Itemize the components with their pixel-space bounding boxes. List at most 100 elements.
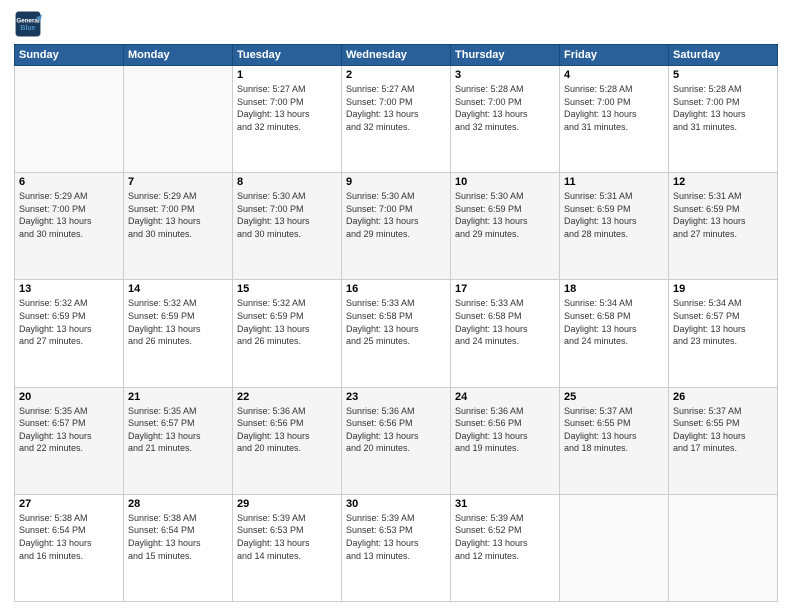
- calendar-cell: 8 Sunrise: 5:30 AMSunset: 7:00 PMDaylight…: [233, 173, 342, 280]
- day-info: Sunrise: 5:35 AMSunset: 6:57 PMDaylight:…: [128, 405, 228, 455]
- day-number: 29: [237, 498, 337, 510]
- calendar-week-row: 13 Sunrise: 5:32 AMSunset: 6:59 PMDayligh…: [15, 280, 778, 387]
- calendar-cell: 5Sunrise: 5:28 AMSunset: 7:00 PMDaylight…: [669, 66, 778, 173]
- calendar-cell: 12 Sunrise: 5:31 AMSunset: 6:59 PMDayligh…: [669, 173, 778, 280]
- day-number: 21: [128, 391, 228, 403]
- day-number: 11: [564, 176, 664, 188]
- weekday-header-thursday: Thursday: [451, 45, 560, 66]
- day-info: Sunrise: 5:28 AMSunset: 7:00 PMDaylight:…: [564, 83, 664, 133]
- calendar-cell: [15, 66, 124, 173]
- calendar-cell: 23Sunrise: 5:36 AMSunset: 6:56 PMDayligh…: [342, 387, 451, 494]
- day-number: 6: [19, 176, 119, 188]
- day-number: 27: [19, 498, 119, 510]
- weekday-header-monday: Monday: [124, 45, 233, 66]
- day-info: Sunrise: 5:35 AMSunset: 6:57 PMDaylight:…: [19, 405, 119, 455]
- calendar-week-row: 6 Sunrise: 5:29 AMSunset: 7:00 PMDaylight…: [15, 173, 778, 280]
- calendar-cell: 1 Sunrise: 5:27 AMSunset: 7:00 PMDaylight…: [233, 66, 342, 173]
- day-info: Sunrise: 5:27 AMSunset: 7:00 PMDaylight:…: [237, 83, 337, 133]
- day-number: 20: [19, 391, 119, 403]
- calendar-cell: 7Sunrise: 5:29 AMSunset: 7:00 PMDaylight…: [124, 173, 233, 280]
- day-info: Sunrise: 5:32 AMSunset: 6:59 PMDaylight:…: [128, 297, 228, 347]
- calendar-cell: 28Sunrise: 5:38 AMSunset: 6:54 PMDayligh…: [124, 494, 233, 601]
- day-number: 13: [19, 283, 119, 295]
- day-number: 8: [237, 176, 337, 188]
- calendar-cell: 14 Sunrise: 5:32 AMSunset: 6:59 PMDayligh…: [124, 280, 233, 387]
- calendar-cell: 2Sunrise: 5:27 AMSunset: 7:00 PMDaylight…: [342, 66, 451, 173]
- svg-text:General: General: [16, 17, 39, 24]
- calendar-cell: 9Sunrise: 5:30 AMSunset: 7:00 PMDaylight…: [342, 173, 451, 280]
- calendar-cell: [669, 494, 778, 601]
- day-info: Sunrise: 5:34 AMSunset: 6:58 PMDaylight:…: [564, 297, 664, 347]
- calendar-cell: 15 Sunrise: 5:32 AMSunset: 6:59 PMDayligh…: [233, 280, 342, 387]
- calendar-cell: 6 Sunrise: 5:29 AMSunset: 7:00 PMDaylight…: [15, 173, 124, 280]
- calendar-cell: 13Sunrise: 5:32 AMSunset: 6:59 PMDayligh…: [15, 280, 124, 387]
- day-info: Sunrise: 5:32 AMSunset: 6:59 PMDaylight:…: [237, 297, 337, 347]
- day-info: Sunrise: 5:28 AMSunset: 7:00 PMDaylight:…: [455, 83, 555, 133]
- day-info: Sunrise: 5:37 AMSunset: 6:55 PMDaylight:…: [564, 405, 664, 455]
- calendar-cell: [124, 66, 233, 173]
- day-info: Sunrise: 5:29 AMSunset: 7:00 PMDaylight:…: [19, 190, 119, 240]
- day-info: Sunrise: 5:38 AMSunset: 6:54 PMDaylight:…: [19, 512, 119, 562]
- day-number: 2: [346, 69, 446, 81]
- calendar-cell: 3 Sunrise: 5:28 AMSunset: 7:00 PMDaylight…: [451, 66, 560, 173]
- calendar-cell: 24 Sunrise: 5:36 AMSunset: 6:56 PMDayligh…: [451, 387, 560, 494]
- day-info: Sunrise: 5:31 AMSunset: 6:59 PMDaylight:…: [673, 190, 773, 240]
- day-number: 3: [455, 69, 555, 81]
- header: General Blue: [14, 10, 778, 38]
- day-number: 16: [346, 283, 446, 295]
- day-number: 23: [346, 391, 446, 403]
- day-number: 30: [346, 498, 446, 510]
- calendar-cell: 11Sunrise: 5:31 AMSunset: 6:59 PMDayligh…: [560, 173, 669, 280]
- day-info: Sunrise: 5:28 AMSunset: 7:00 PMDaylight:…: [673, 83, 773, 133]
- day-info: Sunrise: 5:29 AMSunset: 7:00 PMDaylight:…: [128, 190, 228, 240]
- day-number: 31: [455, 498, 555, 510]
- calendar-cell: 16 Sunrise: 5:33 AMSunset: 6:58 PMDayligh…: [342, 280, 451, 387]
- day-info: Sunrise: 5:36 AMSunset: 6:56 PMDaylight:…: [455, 405, 555, 455]
- logo: General Blue: [14, 10, 46, 38]
- day-number: 26: [673, 391, 773, 403]
- day-number: 19: [673, 283, 773, 295]
- day-info: Sunrise: 5:33 AMSunset: 6:58 PMDaylight:…: [346, 297, 446, 347]
- weekday-header-tuesday: Tuesday: [233, 45, 342, 66]
- logo-icon: General Blue: [14, 10, 42, 38]
- weekday-header-wednesday: Wednesday: [342, 45, 451, 66]
- day-info: Sunrise: 5:30 AMSunset: 7:00 PMDaylight:…: [237, 190, 337, 240]
- calendar-cell: 21 Sunrise: 5:35 AMSunset: 6:57 PMDayligh…: [124, 387, 233, 494]
- calendar-cell: 31 Sunrise: 5:39 AMSunset: 6:52 PMDayligh…: [451, 494, 560, 601]
- day-info: Sunrise: 5:30 AMSunset: 6:59 PMDaylight:…: [455, 190, 555, 240]
- day-number: 17: [455, 283, 555, 295]
- day-number: 4: [564, 69, 664, 81]
- day-number: 10: [455, 176, 555, 188]
- weekday-header-sunday: Sunday: [15, 45, 124, 66]
- day-info: Sunrise: 5:39 AMSunset: 6:53 PMDaylight:…: [237, 512, 337, 562]
- day-info: Sunrise: 5:39 AMSunset: 6:52 PMDaylight:…: [455, 512, 555, 562]
- weekday-header-row: SundayMondayTuesdayWednesdayThursdayFrid…: [15, 45, 778, 66]
- weekday-header-friday: Friday: [560, 45, 669, 66]
- calendar-cell: 20 Sunrise: 5:35 AMSunset: 6:57 PMDayligh…: [15, 387, 124, 494]
- calendar-cell: 18Sunrise: 5:34 AMSunset: 6:58 PMDayligh…: [560, 280, 669, 387]
- day-number: 14: [128, 283, 228, 295]
- day-number: 25: [564, 391, 664, 403]
- calendar-week-row: 27 Sunrise: 5:38 AMSunset: 6:54 PMDayligh…: [15, 494, 778, 601]
- weekday-header-saturday: Saturday: [669, 45, 778, 66]
- day-info: Sunrise: 5:33 AMSunset: 6:58 PMDaylight:…: [455, 297, 555, 347]
- calendar-cell: 29 Sunrise: 5:39 AMSunset: 6:53 PMDayligh…: [233, 494, 342, 601]
- calendar-cell: 22Sunrise: 5:36 AMSunset: 6:56 PMDayligh…: [233, 387, 342, 494]
- day-info: Sunrise: 5:37 AMSunset: 6:55 PMDaylight:…: [673, 405, 773, 455]
- day-number: 24: [455, 391, 555, 403]
- calendar-table: SundayMondayTuesdayWednesdayThursdayFrid…: [14, 44, 778, 602]
- day-number: 28: [128, 498, 228, 510]
- calendar-cell: 27 Sunrise: 5:38 AMSunset: 6:54 PMDayligh…: [15, 494, 124, 601]
- calendar-week-row: 20 Sunrise: 5:35 AMSunset: 6:57 PMDayligh…: [15, 387, 778, 494]
- calendar-cell: 30 Sunrise: 5:39 AMSunset: 6:53 PMDayligh…: [342, 494, 451, 601]
- calendar-cell: 17 Sunrise: 5:33 AMSunset: 6:58 PMDayligh…: [451, 280, 560, 387]
- day-info: Sunrise: 5:39 AMSunset: 6:53 PMDaylight:…: [346, 512, 446, 562]
- day-info: Sunrise: 5:36 AMSunset: 6:56 PMDaylight:…: [237, 405, 337, 455]
- day-number: 9: [346, 176, 446, 188]
- day-info: Sunrise: 5:34 AMSunset: 6:57 PMDaylight:…: [673, 297, 773, 347]
- day-number: 15: [237, 283, 337, 295]
- calendar-cell: 26 Sunrise: 5:37 AMSunset: 6:55 PMDayligh…: [669, 387, 778, 494]
- calendar-cell: 25 Sunrise: 5:37 AMSunset: 6:55 PMDayligh…: [560, 387, 669, 494]
- day-number: 1: [237, 69, 337, 81]
- day-number: 12: [673, 176, 773, 188]
